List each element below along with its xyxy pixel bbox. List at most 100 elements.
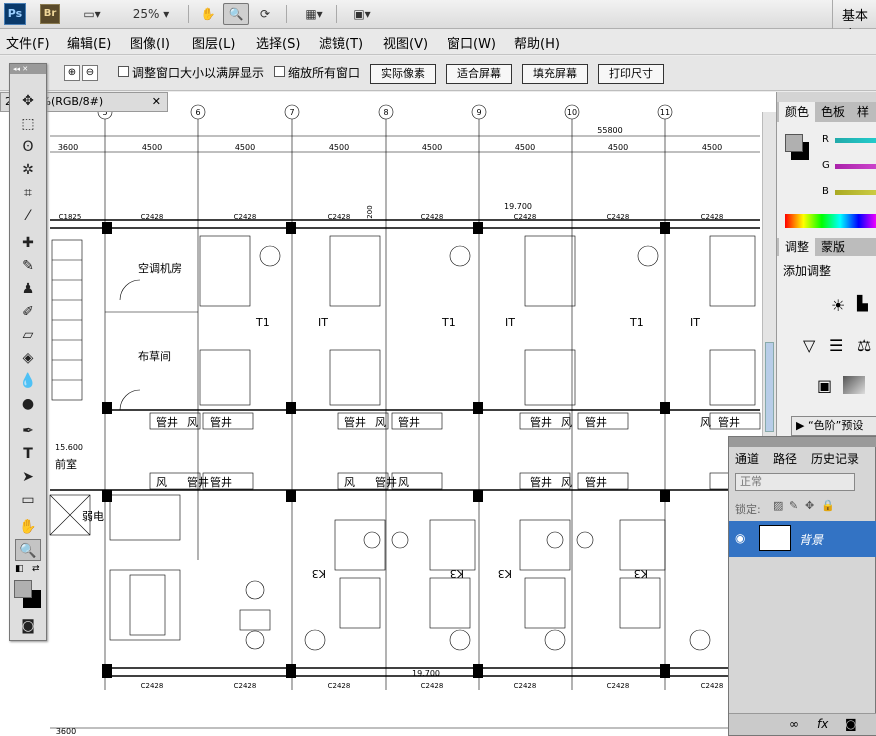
color-balance-icon[interactable]: ⚖ [857, 336, 871, 355]
bridge-button[interactable]: Br [40, 4, 60, 24]
window-tag: C2428 [141, 682, 164, 690]
eraser-tool-icon[interactable]: ▱ [15, 324, 41, 346]
dodge-tool-icon[interactable]: ● [15, 393, 41, 415]
paint-bucket-tool-icon[interactable]: ◈ [15, 347, 41, 369]
tab-paths[interactable]: 路径 [773, 449, 797, 469]
tab-masks[interactable]: 蒙版 [815, 238, 851, 256]
healing-brush-tool-icon[interactable]: ✚ [15, 232, 41, 254]
gradient-map-icon[interactable] [843, 376, 865, 394]
tools-panel-header[interactable]: ◂◂ ✕ [10, 64, 46, 74]
lock-transparent-icon[interactable]: ▨ [773, 499, 783, 512]
separator [336, 5, 337, 23]
close-icon[interactable]: ✕ [152, 93, 161, 111]
levels-icon[interactable]: ▙ [857, 296, 868, 312]
crop-tool-icon[interactable]: ⌗ [15, 182, 41, 204]
tab-history[interactable]: 历史记录 [811, 449, 859, 469]
menu-file[interactable]: 文件(F) [6, 33, 50, 52]
menu-filter[interactable]: 滤镜(T) [319, 33, 363, 52]
shaft-label: 风 [398, 476, 409, 489]
visibility-eye-icon[interactable]: ◉ [735, 531, 745, 545]
green-slider[interactable] [835, 164, 876, 169]
shaft-label: 管井 [718, 415, 740, 429]
pen-tool-icon[interactable]: ✒ [15, 420, 41, 442]
fill-screen-button[interactable]: 填充屏幕 [522, 64, 588, 84]
zoom-in-icon[interactable]: ⊕ [64, 65, 80, 81]
levels-preset-item[interactable]: ▶ “色阶”预设 [791, 416, 876, 436]
window-tag: C2428 [234, 213, 257, 221]
options-bar: 🔍▾ ⊕ ⊖ 调整窗口大小以满屏显示 缩放所有窗口 实际像素 适合屏幕 填充屏幕… [0, 56, 876, 91]
lock-pixels-icon[interactable]: ✎ [789, 499, 798, 512]
shape-tool-icon[interactable]: ▭ [15, 489, 41, 511]
separator [832, 0, 833, 29]
zoom-level-select[interactable]: 25% ▾ [124, 3, 178, 25]
add-mask-icon[interactable]: ◙ [845, 717, 857, 731]
rotate-view-icon[interactable]: ⟳ [252, 3, 278, 25]
menu-view[interactable]: 视图(V) [383, 33, 428, 52]
zoom-tool-icon[interactable]: 🔍 [223, 3, 249, 25]
blue-slider[interactable] [835, 190, 876, 195]
shaft-label: 管井 [156, 415, 178, 429]
foreground-color-swatch[interactable] [14, 580, 32, 598]
shaft-label: 风 [561, 416, 572, 429]
tab-color[interactable]: 颜色 [779, 102, 816, 122]
resize-windows-checkbox[interactable] [118, 66, 129, 77]
layer-row[interactable]: ◉ 背景 [729, 521, 876, 557]
menu-window[interactable]: 窗口(W) [447, 33, 496, 52]
menu-layer[interactable]: 图层(L) [192, 33, 235, 52]
move-tool-icon[interactable]: ✥ [15, 90, 41, 112]
blur-tool-icon[interactable]: 💧 [15, 370, 41, 392]
unit-type-label: T1 [255, 316, 270, 329]
stamp-tool-icon[interactable]: ♟ [15, 278, 41, 300]
color-spectrum[interactable] [785, 214, 876, 228]
foreground-color-swatch[interactable] [785, 134, 803, 152]
zoom-all-windows-checkbox[interactable] [274, 66, 285, 77]
red-slider[interactable] [835, 138, 876, 143]
quick-mask-icon[interactable]: ◙ [15, 615, 41, 637]
lasso-tool-icon[interactable]: ʘ [15, 136, 41, 158]
fit-screen-button[interactable]: 适合屏幕 [446, 64, 512, 84]
tab-channels[interactable]: 通道 [735, 449, 759, 469]
shaft-label: 管井 [187, 475, 209, 489]
magic-wand-tool-icon[interactable]: ✲ [15, 159, 41, 181]
lock-all-icon[interactable]: 🔒 [821, 499, 835, 512]
history-brush-tool-icon[interactable]: ✐ [15, 301, 41, 323]
swap-colors-icon[interactable]: ⇄ [32, 564, 42, 574]
shaft-label: 风 [187, 416, 198, 429]
screen-mode-toggle-icon[interactable]: ▣▾ [344, 3, 380, 25]
vibrance-icon[interactable]: ▽ [803, 336, 815, 355]
menu-image[interactable]: 图像(I) [130, 33, 170, 52]
path-selection-tool-icon[interactable]: ➤ [15, 466, 41, 488]
menu-edit[interactable]: 编辑(E) [67, 33, 111, 52]
arrange-documents-icon[interactable]: ▦▾ [296, 3, 332, 25]
unit-type-label: K3 [498, 567, 512, 580]
unit-type-label: IT [318, 316, 328, 329]
zoom-tool-icon[interactable]: 🔍 [15, 539, 41, 561]
tab-swatches[interactable]: 色板 [815, 102, 851, 122]
marquee-tool-icon[interactable]: ⬚ [15, 113, 41, 135]
eyedropper-tool-icon[interactable]: ⁄ [15, 205, 41, 227]
tab-styles[interactable]: 样式 [851, 102, 876, 139]
layer-effects-icon[interactable]: fx [817, 717, 828, 731]
menu-help[interactable]: 帮助(H) [514, 33, 560, 52]
hand-tool-icon[interactable]: ✋ [196, 3, 220, 25]
tab-adjustments[interactable]: 调整 [779, 238, 816, 256]
zoom-out-icon[interactable]: ⊖ [82, 65, 98, 81]
lock-position-icon[interactable]: ✥ [805, 499, 814, 512]
blend-mode-select[interactable]: 正常 [735, 473, 855, 491]
room-label: 弱电 [82, 510, 104, 523]
screen-mode-icon[interactable]: ▭▾ [74, 3, 110, 25]
type-tool-icon[interactable]: T [15, 443, 41, 465]
photo-filter-icon[interactable]: ▣ [817, 376, 832, 395]
brightness-icon[interactable]: ☀ [831, 296, 845, 315]
scrollbar-thumb[interactable] [765, 342, 774, 432]
link-layers-icon[interactable]: ∞ [789, 717, 799, 731]
hue-saturation-icon[interactable]: ☰ [829, 336, 843, 355]
hand-tool-icon[interactable]: ✋ [15, 516, 41, 538]
document-canvas[interactable]: 5 6 7 8 9 10 11 55800 3600 4500 4500 450… [0, 92, 776, 736]
menu-select[interactable]: 选择(S) [256, 33, 300, 52]
actual-pixels-button[interactable]: 实际像素 [370, 64, 436, 84]
default-colors-icon[interactable]: ◧ [15, 564, 25, 574]
print-size-button[interactable]: 打印尺寸 [598, 64, 664, 84]
brush-tool-icon[interactable]: ✎ [15, 255, 41, 277]
layers-panel-header[interactable] [729, 437, 876, 447]
